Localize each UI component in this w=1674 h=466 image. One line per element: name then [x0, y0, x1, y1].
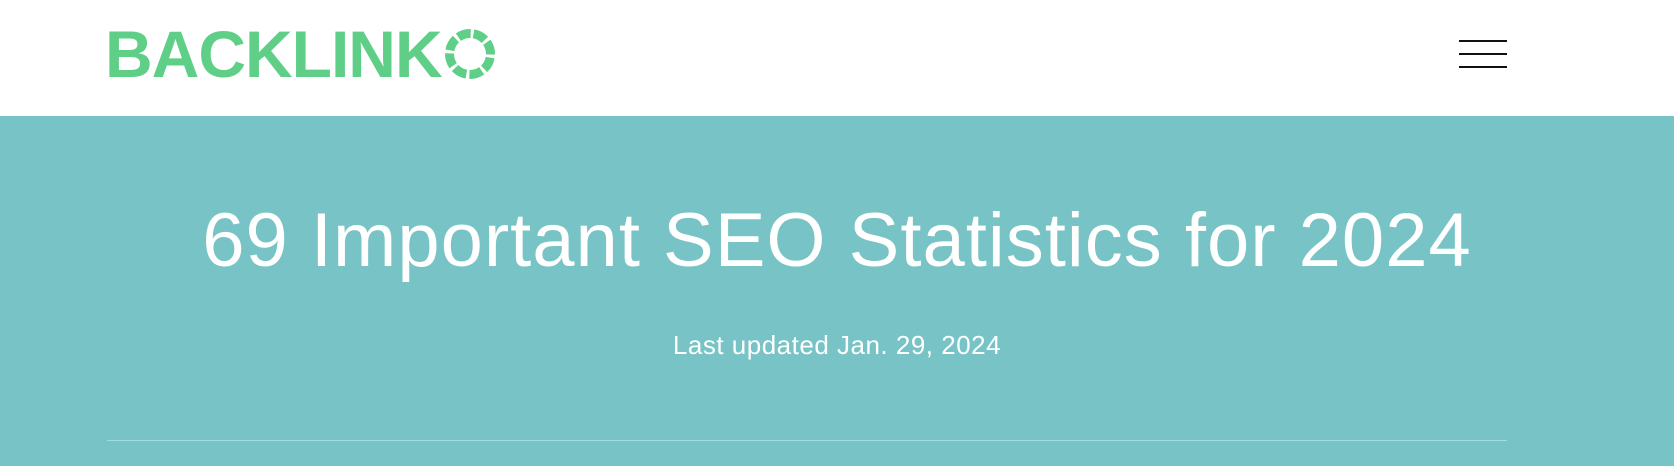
hamburger-menu-icon-line-middle	[1459, 53, 1507, 55]
logo-o-ring-icon	[444, 29, 495, 79]
backlinko-logo[interactable]: BACKLINK	[105, 17, 496, 91]
page-title: 69 Important SEO Statistics for 2024	[202, 198, 1472, 283]
article-hero: 69 Important SEO Statistics for 2024 Las…	[0, 116, 1674, 466]
hero-divider	[107, 440, 1507, 441]
site-header: BACKLINK	[0, 0, 1674, 116]
logo-wordmark: BACKLINK	[105, 17, 443, 91]
hamburger-menu-icon-line-top	[1459, 40, 1507, 42]
hamburger-menu-icon-line-bottom	[1459, 66, 1507, 68]
menu-button[interactable]	[1457, 38, 1509, 74]
last-updated-date: Last updated Jan. 29, 2024	[672, 330, 1002, 360]
